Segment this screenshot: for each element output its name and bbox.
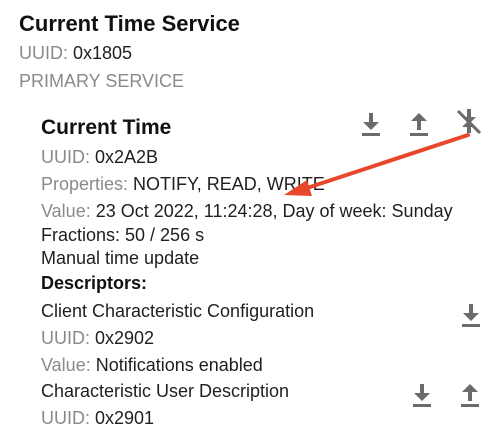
adjust-reason-text: Manual time update: [41, 248, 200, 268]
descriptor-value-text: Notifications enabled: [95, 355, 263, 375]
properties-label: Properties:: [41, 174, 134, 194]
write-button[interactable]: [404, 109, 434, 139]
descriptor-uuid: UUID: 0x2901: [41, 407, 154, 429]
service-uuid-value: 0x1805: [73, 43, 133, 63]
value-label: Value:: [41, 201, 96, 221]
upload-icon: [410, 113, 428, 136]
descriptor-uuid-label: UUID:: [41, 408, 95, 428]
descriptor-name: Client Characteristic Configuration: [41, 301, 315, 321]
characteristic-uuid-value: 0x2A2B: [95, 147, 159, 167]
descriptor-uuid-value: 0x2901: [95, 408, 155, 428]
download-icon: [362, 113, 380, 136]
characteristic-value: Value: 23 Oct 2022, 11:24:28, Day of wee…: [41, 200, 453, 222]
read-button[interactable]: [356, 109, 386, 139]
descriptor-write-button[interactable]: [455, 380, 485, 410]
characteristic-uuid: UUID: 0x2A2B: [41, 146, 158, 168]
notify-disabled-icon: [456, 109, 482, 135]
descriptor-value-label: Value:: [41, 355, 96, 375]
descriptor-value: Value: Notifications enabled: [41, 354, 263, 376]
notify-toggle-button[interactable]: [454, 107, 484, 137]
characteristic-properties: Properties: NOTIFY, READ, WRITE: [41, 173, 325, 195]
service-uuid: UUID: 0x1805: [19, 42, 132, 64]
service-title: Current Time Service: [19, 11, 240, 36]
characteristic-title: Current Time: [41, 116, 172, 139]
service-uuid-label: UUID:: [19, 43, 73, 63]
properties-value: NOTIFY, READ, WRITE: [133, 174, 325, 194]
descriptor-read-button[interactable]: [456, 300, 486, 330]
fractions-text: Fractions: 50 / 256 s: [41, 225, 205, 245]
value-text: 23 Oct 2022, 11:24:28, Day of week: Sund…: [95, 201, 453, 221]
descriptor-name: Characteristic User Description: [41, 381, 290, 401]
descriptor-uuid-value: 0x2902: [95, 328, 155, 348]
descriptor-read-button[interactable]: [407, 380, 437, 410]
characteristic-uuid-label: UUID:: [41, 147, 95, 167]
descriptor-uuid: UUID: 0x2902: [41, 327, 154, 349]
download-icon: [462, 304, 480, 327]
download-icon: [413, 384, 431, 407]
descriptors-heading: Descriptors:: [41, 273, 148, 293]
upload-icon: [461, 384, 479, 407]
descriptor-uuid-label: UUID:: [41, 328, 95, 348]
service-type: PRIMARY SERVICE: [19, 71, 185, 91]
